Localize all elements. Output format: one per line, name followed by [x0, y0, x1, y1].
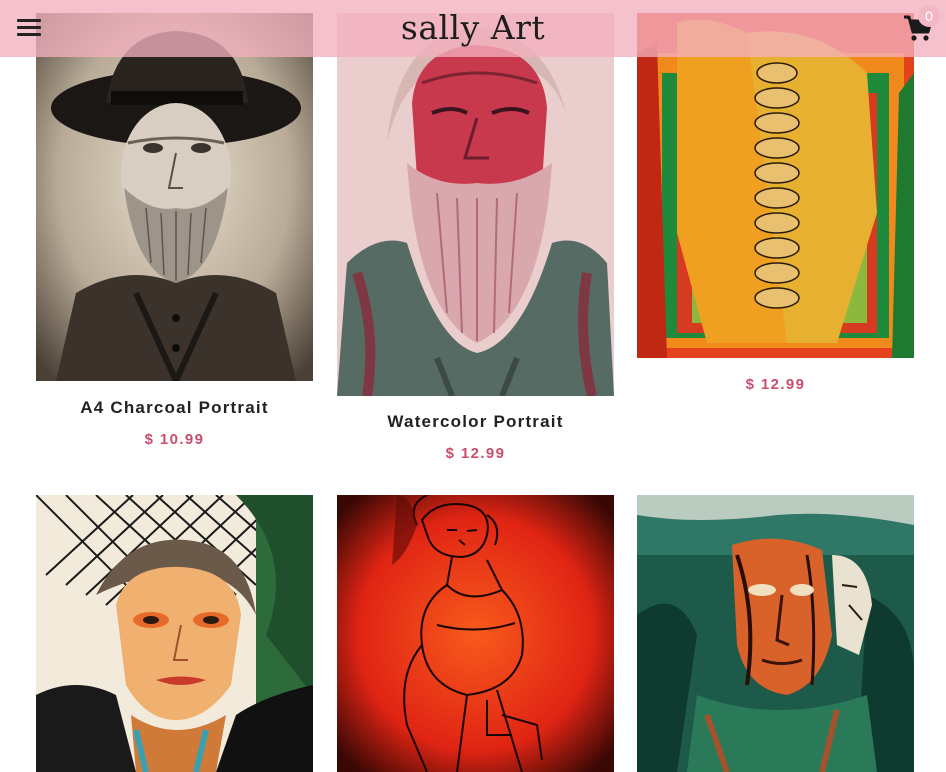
site-header: sally Art 0 — [0, 0, 946, 57]
hamburger-menu-icon[interactable] — [17, 17, 41, 39]
product-title[interactable]: Watercolor Portrait — [337, 412, 614, 432]
product-title[interactable]: A4 Charcoal Portrait — [36, 398, 313, 418]
product-image-abstract-faces[interactable] — [637, 13, 914, 358]
product-price: $ 12.99 — [745, 376, 806, 393]
site-title[interactable]: sally Art — [401, 8, 545, 47]
shop-page: A4 Charcoal Portrait $ 10.99 Watercolor … — [0, 0, 946, 772]
product-price: $ 10.99 — [144, 431, 205, 448]
product-image-red-figure-sketch[interactable] — [337, 495, 614, 772]
product-price: $ 12.99 — [445, 445, 506, 462]
product-image-watercolor-portrait[interactable] — [337, 13, 614, 396]
cart-count-badge: 0 — [918, 5, 940, 27]
product-image-woman-portrait[interactable] — [36, 495, 313, 772]
product-image-abstract-double-face[interactable] — [637, 495, 914, 772]
product-image-charcoal-portrait[interactable] — [36, 13, 313, 381]
